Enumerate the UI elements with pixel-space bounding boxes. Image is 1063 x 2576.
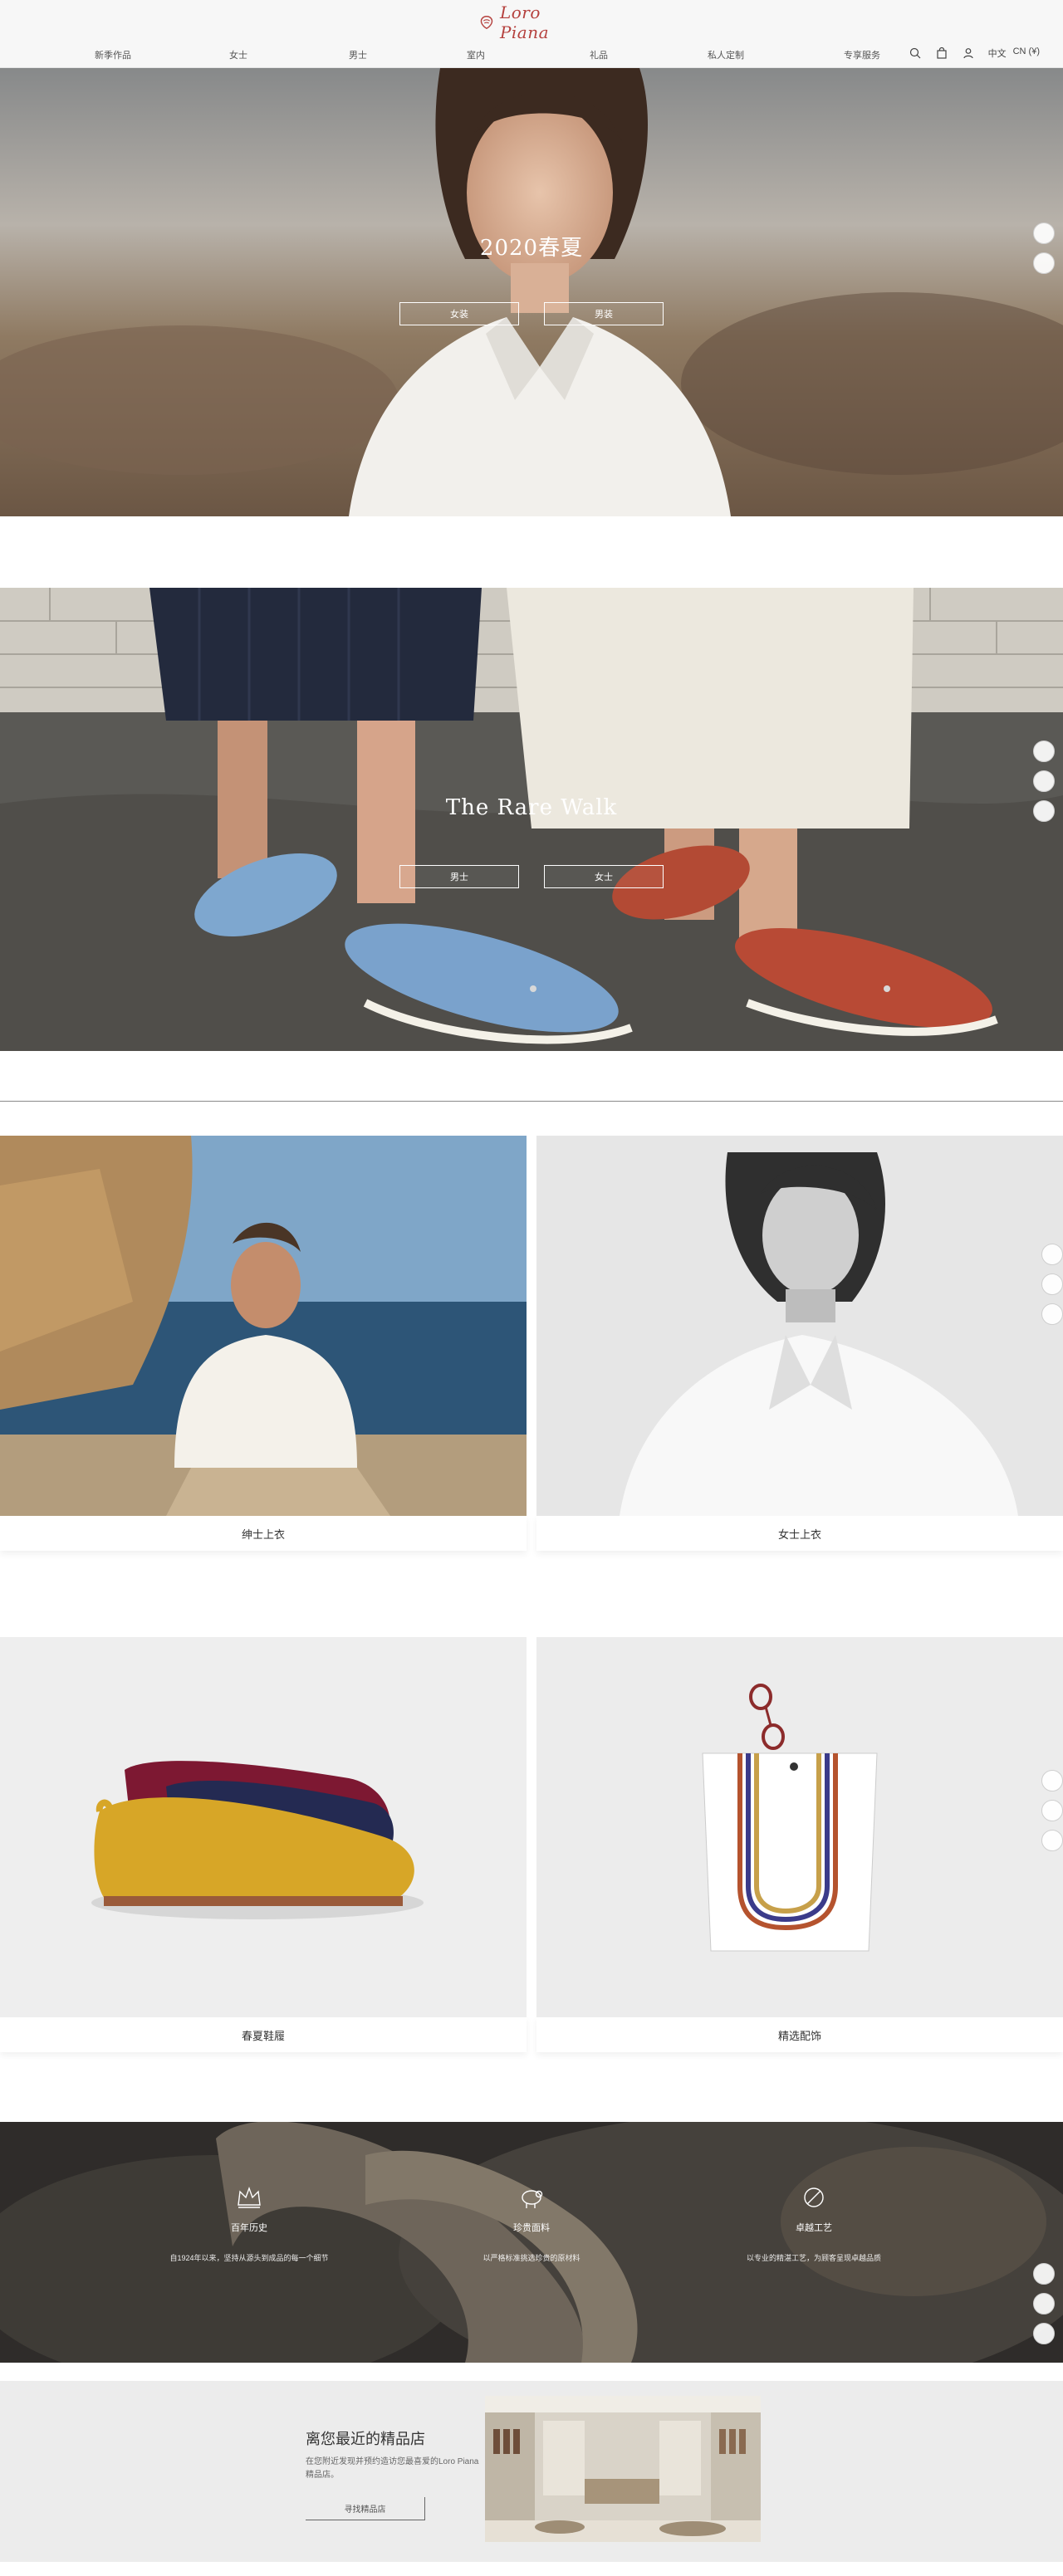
side-badge-2[interactable] xyxy=(1041,1800,1063,1821)
women-tops-photo xyxy=(536,1136,1063,1516)
side-badges xyxy=(1041,1770,1063,1851)
store-locator-section: 离您最近的精品店 在您附近发现并预约造访您最喜爱的Loro Piana精品店。 … xyxy=(0,2381,1063,2562)
needle-icon xyxy=(804,2187,824,2207)
rare-walk-banner[interactable]: The Rare Walk 男士 女士 xyxy=(0,588,1063,1051)
side-badge-2[interactable] xyxy=(1033,770,1055,792)
category-tile-men-tops[interactable]: 绅士上衣 xyxy=(0,1136,527,1551)
brand-wordmark: Loro Piana xyxy=(499,2,550,42)
side-badge-1[interactable] xyxy=(1041,1244,1063,1265)
nav-item-new[interactable]: 新季作品 xyxy=(95,48,131,61)
section-divider xyxy=(0,1101,1063,1102)
nav-item-bespoke[interactable]: 私人定制 xyxy=(708,48,744,61)
side-badge-2[interactable] xyxy=(1033,2293,1055,2314)
side-badge-1[interactable] xyxy=(1033,2263,1055,2285)
crown-icon xyxy=(238,2186,261,2208)
side-badge-1[interactable] xyxy=(1033,222,1055,244)
value-desc-craft: 以专业的精湛工艺，为顾客呈现卓越品质 xyxy=(746,2254,881,2262)
hero-banner[interactable]: 2020春夏 女装 男装 xyxy=(0,68,1063,516)
shopping-bag-icon[interactable] xyxy=(935,46,948,60)
site-header: Loro Piana 新季作品 女士 男士 室内 礼品 私人定制 专享服务 中文… xyxy=(0,0,1063,68)
men-tops-photo xyxy=(0,1136,527,1516)
nav-item-women[interactable]: 女士 xyxy=(229,48,247,61)
value-item-history: 百年历史 自1924年以来，坚持从源头到成品的每一个细节 xyxy=(158,2185,340,2264)
store-interior-photo xyxy=(485,2396,761,2542)
rare-walk-cta-row: 男士 女士 xyxy=(0,865,1063,888)
hero-title: 2020春夏 xyxy=(479,236,584,261)
category-tile-accessories[interactable]: 精选配饰 xyxy=(536,1637,1063,2052)
header-tools: 中文 CN (¥) xyxy=(909,46,1040,60)
nav-item-gifts[interactable]: 礼品 xyxy=(590,48,608,61)
brand-values-band: 百年历史 自1924年以来，坚持从源头到成品的每一个细节 珍贵面料 以严格标准挑… xyxy=(0,2122,1063,2363)
rare-walk-men-button[interactable]: 男士 xyxy=(399,865,519,888)
store-locator-desc: 在您附近发现并预约造访您最喜爱的Loro Piana精品店。 xyxy=(306,2457,479,2480)
side-badge-1[interactable] xyxy=(1041,1770,1063,1791)
shoes-photo xyxy=(0,1637,527,2017)
accessories-label: 精选配饰 xyxy=(536,2017,1063,2052)
side-badge-1[interactable] xyxy=(1033,741,1055,762)
value-desc-fabric: 以严格标准挑选珍贵的原材料 xyxy=(483,2254,580,2262)
account-icon[interactable] xyxy=(962,46,975,60)
side-badge-2[interactable] xyxy=(1041,1273,1063,1295)
search-icon[interactable] xyxy=(909,46,922,60)
brand-logo[interactable]: Loro Piana xyxy=(478,2,586,42)
hero-cta-row: 女装 男装 xyxy=(0,302,1063,325)
side-badges xyxy=(1033,2263,1055,2344)
brand-crest-icon xyxy=(480,16,493,30)
category-tile-shoes[interactable]: 春夏鞋履 xyxy=(0,1637,527,2052)
hero-women-button[interactable]: 女装 xyxy=(399,302,519,325)
main-nav: 新季作品 女士 男士 室内 礼品 私人定制 专享服务 xyxy=(0,48,1063,63)
language-label: 中文 xyxy=(987,49,1007,59)
side-badges xyxy=(1041,1244,1063,1325)
side-badge-3[interactable] xyxy=(1033,800,1055,822)
side-badge-2[interactable] xyxy=(1033,252,1055,274)
side-badge-3[interactable] xyxy=(1041,1303,1063,1325)
rare-walk-women-button[interactable]: 女士 xyxy=(544,865,664,888)
value-item-craft: 卓越工艺 以专业的精湛工艺，为顾客呈现卓越品质 xyxy=(723,2185,905,2264)
side-badge-3[interactable] xyxy=(1033,2323,1055,2344)
nav-item-men[interactable]: 男士 xyxy=(349,48,367,61)
value-title-fabric: 珍贵面料 xyxy=(513,2223,550,2233)
value-item-fabric: 珍贵面料 以严格标准挑选珍贵的原材料 xyxy=(440,2185,623,2264)
side-badges xyxy=(1033,222,1055,274)
value-title-history: 百年历史 xyxy=(231,2223,267,2233)
women-tops-label: 女士上衣 xyxy=(536,1516,1063,1551)
hero-photo xyxy=(0,68,1063,516)
side-badge-3[interactable] xyxy=(1041,1830,1063,1851)
store-locator-title: 离您最近的精品店 xyxy=(306,2431,425,2448)
rare-walk-title: The Rare Walk xyxy=(445,795,618,820)
nav-item-services[interactable]: 专享服务 xyxy=(844,48,880,61)
nav-item-home[interactable]: 室内 xyxy=(467,48,485,61)
side-badges xyxy=(1033,741,1055,822)
accessories-photo xyxy=(536,1637,1063,2017)
sheep-icon xyxy=(522,2190,543,2208)
value-title-craft: 卓越工艺 xyxy=(796,2223,832,2233)
hero-men-button[interactable]: 男装 xyxy=(544,302,664,325)
region-label: CN (¥) xyxy=(1012,46,1040,56)
shoes-label: 春夏鞋履 xyxy=(0,2017,527,2052)
value-desc-history: 自1924年以来，坚持从源头到成品的每一个细节 xyxy=(169,2254,329,2262)
find-store-button[interactable]: 寻找精品店 xyxy=(306,2497,425,2520)
language-region-selector[interactable]: 中文 CN (¥) xyxy=(988,46,1040,60)
men-tops-label: 绅士上衣 xyxy=(0,1516,527,1551)
category-tile-women-tops[interactable]: 女士上衣 xyxy=(536,1136,1063,1551)
